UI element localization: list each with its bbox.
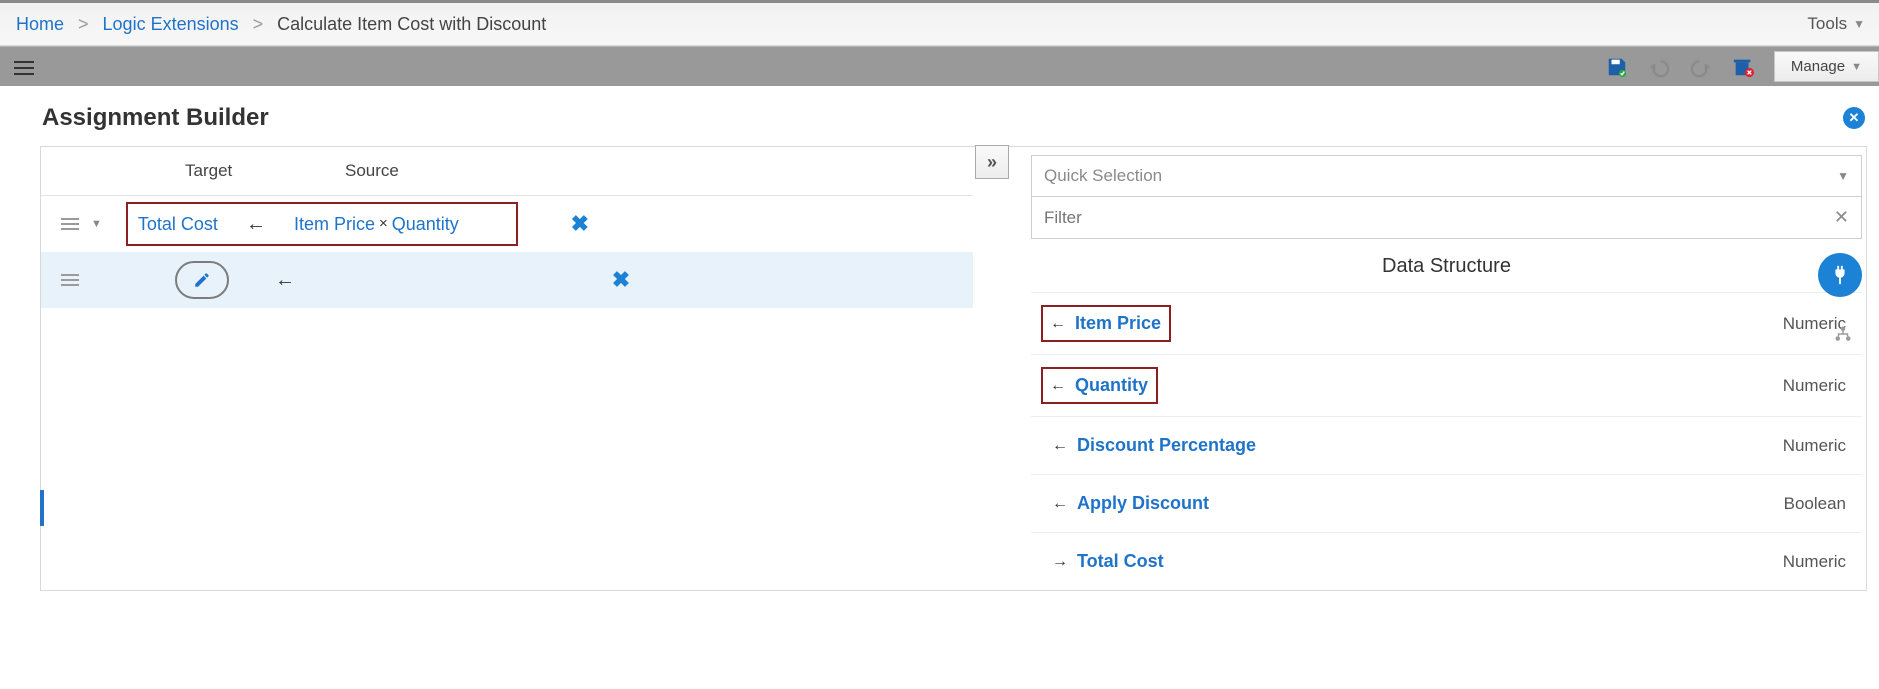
data-structure-item[interactable]: ← Apply Discount — [1041, 487, 1217, 520]
assignment-expression[interactable]: Total Cost ← Item Price × Quantity — [126, 202, 518, 246]
arrow-left-icon: ← — [275, 269, 295, 292]
data-structure-panel: Quick Selection ▼ ✕ Data Structure ← Item… — [973, 147, 1866, 590]
data-structure-item[interactable]: ← Item Price — [1041, 305, 1171, 342]
data-structure-item[interactable]: ← Quantity — [1041, 367, 1158, 404]
arrow-left-icon: ← — [1047, 377, 1069, 395]
breadcrumb-logic-extensions[interactable]: Logic Extensions — [103, 14, 239, 35]
data-structure-row[interactable]: ←Item PriceNumeric — [1031, 292, 1862, 354]
arrow-left-icon: ← — [1047, 315, 1069, 333]
quick-selection-dropdown[interactable]: Quick Selection ▼ — [1031, 155, 1862, 197]
arrow-right-icon: → — [1049, 553, 1071, 571]
drag-handle-icon[interactable] — [61, 218, 83, 230]
toolbar-right: Manage ▼ — [1606, 51, 1879, 82]
data-structure-name: Discount Percentage — [1077, 435, 1256, 456]
data-structure-row[interactable]: → Total Cost Numeric — [1031, 532, 1862, 590]
manage-label: Manage — [1791, 58, 1845, 75]
modal-header: Assignment Builder ✕ — [28, 86, 1879, 146]
tools-menu[interactable]: Tools ▼ — [1807, 3, 1865, 45]
data-structure-item[interactable]: ← Discount Percentage — [1041, 429, 1264, 462]
data-structure-type: Numeric — [1783, 436, 1846, 456]
multiply-operator: × — [375, 215, 392, 232]
app-toolbar: Manage ▼ — [0, 46, 1879, 86]
plug-icon — [1829, 264, 1851, 286]
arrow-left-icon: ← — [246, 213, 266, 236]
data-structure-row[interactable]: ← Quantity Numeric — [1031, 354, 1862, 416]
chevron-down-icon: ▼ — [1853, 17, 1865, 31]
close-icon: ✕ — [1849, 110, 1860, 126]
sitemap-icon — [1834, 325, 1852, 343]
chevron-down-icon: ▼ — [1837, 169, 1849, 183]
clear-filter-button[interactable]: ✕ — [1834, 207, 1849, 228]
quick-selection-label: Quick Selection — [1044, 166, 1162, 186]
builder-area: Target Source ▼ Total Cost ← Item Price … — [40, 146, 1867, 591]
assignment-builder-modal: Assignment Builder ✕ Target Source ▼ Tot… — [28, 86, 1879, 689]
assignments-panel: Target Source ▼ Total Cost ← Item Price … — [41, 147, 973, 590]
remove-row-button[interactable]: ✖ — [566, 211, 594, 237]
columns-header: Target Source — [41, 147, 973, 196]
data-structure-list: ← Item Price Numeric ← Quantity Numeric ← Disco… — [1031, 292, 1862, 590]
assignment-row-empty: ← ✖ — [41, 252, 973, 308]
data-structure-heading: Data Structure — [1031, 243, 1862, 292]
delete-icon[interactable] — [1732, 56, 1754, 78]
source-token[interactable]: Item Price — [294, 214, 375, 235]
breadcrumb-sep: > — [64, 14, 103, 35]
filter-input-container: ✕ — [1031, 197, 1862, 239]
tree-view-icon[interactable] — [1834, 325, 1852, 348]
arrow-left-icon: ← — [1049, 495, 1071, 513]
data-structure-item[interactable]: → Total Cost — [1041, 545, 1172, 578]
assignment-row: ▼ Total Cost ← Item Price × Quantity ✖ — [41, 196, 973, 252]
tools-label: Tools — [1807, 14, 1847, 34]
data-structure-name: Total Cost — [1077, 551, 1164, 572]
target-token[interactable]: Total Cost — [138, 214, 218, 235]
data-structure-type: Numeric — [1783, 376, 1846, 396]
remove-row-button[interactable]: ✖ — [607, 267, 635, 293]
chevron-down-icon: ▼ — [1851, 61, 1862, 73]
data-structure-type: Boolean — [1784, 494, 1846, 514]
close-button[interactable]: ✕ — [1843, 107, 1865, 129]
chevron-right-double-icon: » — [987, 152, 997, 173]
save-icon[interactable] — [1606, 56, 1628, 78]
data-structure-row[interactable]: ← Discount Percentage Numeric — [1031, 416, 1862, 474]
breadcrumb-home[interactable]: Home — [16, 14, 64, 35]
data-structure-name: Apply Discount — [1077, 493, 1209, 514]
drag-handle-icon[interactable] — [61, 274, 83, 286]
plugin-button[interactable] — [1818, 253, 1862, 297]
data-structure-name: Quantity — [1075, 375, 1148, 396]
undo-icon[interactable] — [1648, 56, 1670, 78]
filter-input[interactable] — [1044, 208, 1769, 228]
chevron-down-icon[interactable]: ▼ — [91, 218, 102, 230]
modal-title: Assignment Builder — [42, 104, 269, 132]
data-structure-row[interactable]: ← Apply Discount Boolean — [1031, 474, 1862, 532]
target-heading: Target — [185, 161, 345, 181]
source-heading: Source — [345, 161, 399, 181]
breadcrumb-bar: Home > Logic Extensions > Calculate Item… — [0, 0, 1879, 46]
arrow-left-icon: ← — [1049, 437, 1071, 455]
breadcrumb-sep: > — [239, 14, 278, 35]
redo-icon[interactable] — [1690, 56, 1712, 78]
pencil-icon — [193, 271, 211, 289]
data-structure-type: Numeric — [1783, 552, 1846, 572]
manage-button[interactable]: Manage ▼ — [1774, 51, 1879, 82]
edge-marker — [40, 490, 44, 526]
collapse-panel-button[interactable]: » — [975, 145, 1009, 179]
hamburger-menu[interactable] — [14, 57, 34, 79]
breadcrumb-current: Calculate Item Cost with Discount — [277, 14, 546, 35]
data-structure-name: Item Price — [1075, 313, 1161, 334]
edit-button[interactable] — [175, 261, 229, 299]
source-token[interactable]: Quantity — [392, 214, 459, 235]
